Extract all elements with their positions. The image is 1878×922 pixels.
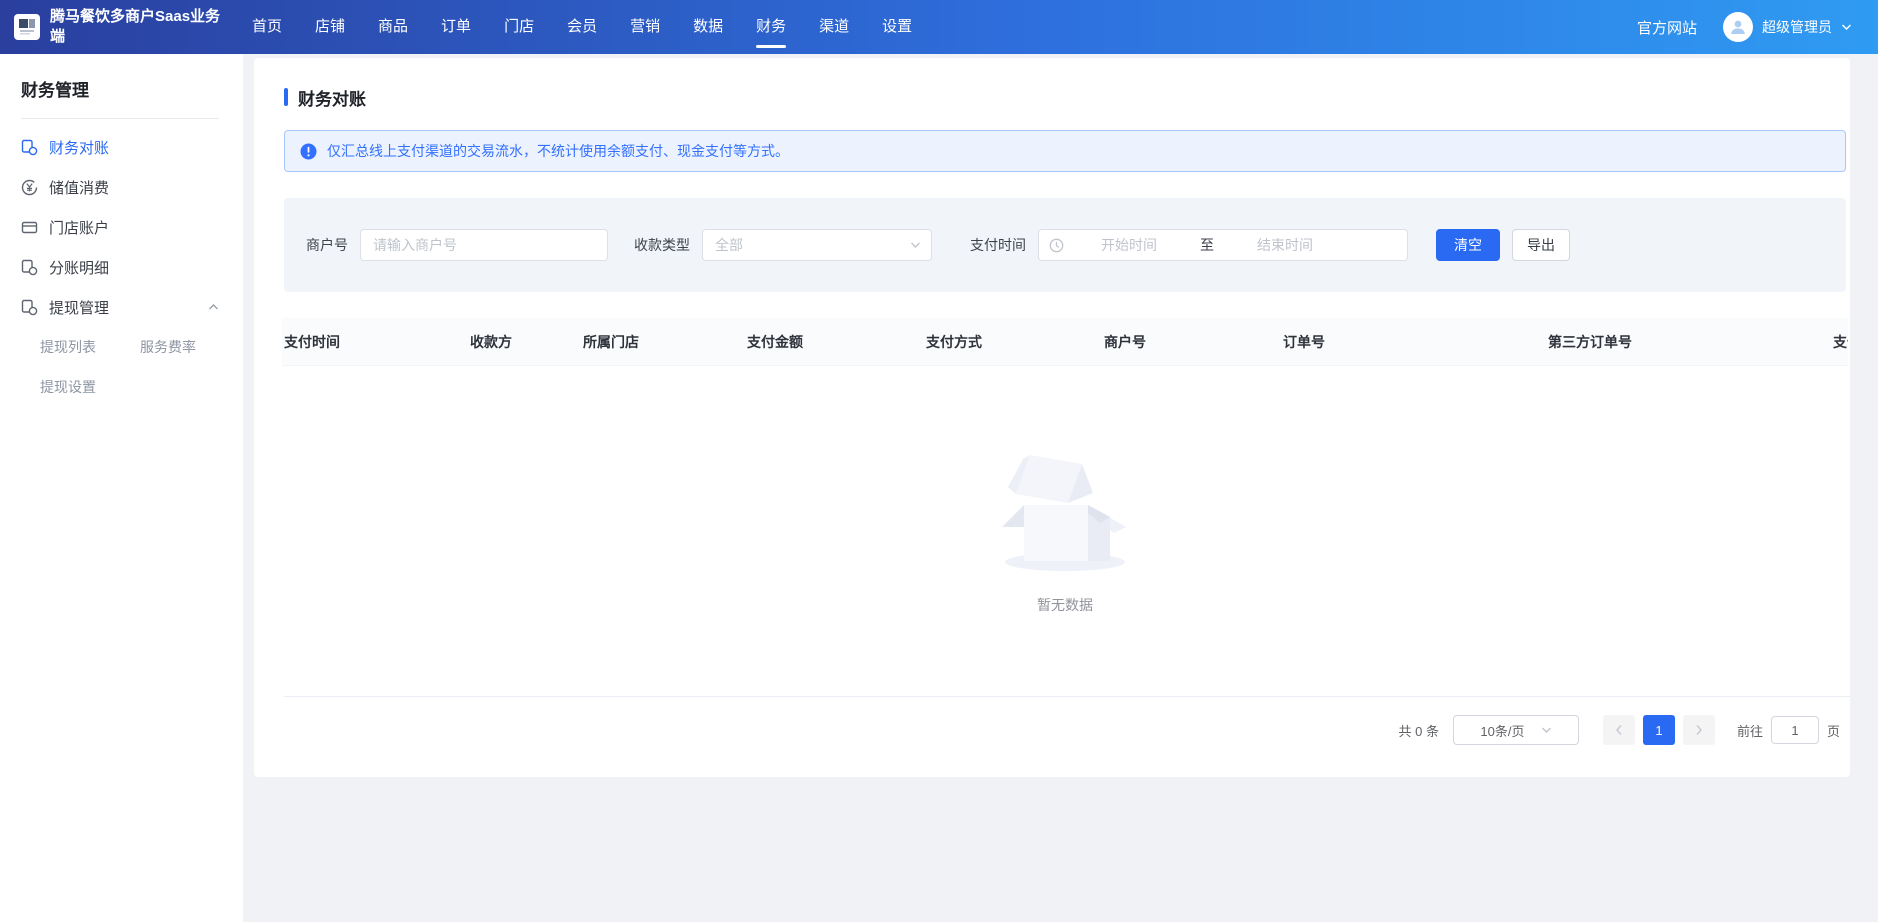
sidebar-item-label: 储值消费 [49,177,109,198]
empty-text: 暂无数据 [1037,595,1093,615]
navbar-right: 官方网站 超级管理员 [1637,12,1878,42]
payment-time-label: 支付时间 [970,235,1026,255]
sidebar-item-label: 分账明细 [49,257,109,278]
chevron-right-icon [1695,724,1703,736]
pagination: 共 0 条 10条/页 1 前 [282,715,1840,745]
payment-type-select[interactable]: 全部 [702,229,932,261]
chevron-down-icon [1841,23,1852,31]
col-payee: 收款方 [468,332,581,352]
goto-label: 前往 [1737,721,1763,740]
clear-button[interactable]: 清空 [1436,229,1500,261]
col-amount: 支付金额 [745,332,924,352]
merchant-id-input[interactable] [360,229,608,261]
nav-item-shop[interactable]: 店铺 [315,0,345,54]
nav-item-settings[interactable]: 设置 [882,0,912,54]
total-count: 共 0 条 [1399,721,1439,740]
info-alert: 仅汇总线上支付渠道的交易流水，不统计使用余额支付、现金支付等方式。 [284,130,1846,172]
sidebar-item-label: 财务对账 [49,137,109,158]
top-navbar: 腾马餐饮多商户Saas业务端 首页 店铺 商品 订单 门店 会员 营销 数据 财… [0,0,1878,54]
export-button[interactable]: 导出 [1512,229,1570,261]
nav-item-goods[interactable]: 商品 [378,0,408,54]
chevron-down-icon [1541,726,1552,734]
page-size-select[interactable]: 10条/页 [1453,715,1579,745]
next-page-button[interactable] [1683,715,1715,745]
sidebar-item-label: 提现管理 [49,297,109,318]
nav-item-finance[interactable]: 财务 [756,0,786,54]
goto-page-input[interactable] [1771,716,1819,744]
table-header-row: 支付时间 收款方 所属门店 支付金额 支付方式 商户号 订单号 第三方订单号 支… [282,318,1848,366]
filter-bar: 商户号 收款类型 全部 支付时间 至 [284,198,1846,292]
chevron-down-icon [910,241,921,249]
col-merchant-id: 商户号 [1102,332,1281,352]
alert-text: 仅汇总线上支付渠道的交易流水，不统计使用余额支付、现金支付等方式。 [327,141,789,161]
col-third-party-order-id: 第三方订单号 [1546,332,1831,352]
title-accent-bar [284,88,288,106]
col-order-id: 订单号 [1281,332,1546,352]
official-site-link[interactable]: 官方网站 [1637,17,1697,38]
info-icon [300,143,317,160]
col-payment-time: 支付时间 [282,332,468,352]
page-unit-label: 页 [1827,721,1840,740]
page-number-1[interactable]: 1 [1643,715,1675,745]
clock-icon [1049,238,1064,253]
page-title: 财务对账 [284,84,1850,110]
start-time-input[interactable] [1064,237,1194,253]
nav-item-orders[interactable]: 订单 [441,0,471,54]
logo-icon [14,14,40,40]
card-icon [21,219,38,236]
user-menu[interactable]: 超级管理员 [1723,12,1852,42]
reconciliation-table: 支付时间 收款方 所属门店 支付金额 支付方式 商户号 订单号 第三方订单号 支… [282,318,1848,696]
nav-item-members[interactable]: 会员 [567,0,597,54]
divider [284,696,1850,697]
col-payment-method: 支付方式 [924,332,1102,352]
payment-time-range-picker[interactable]: 至 [1038,229,1408,261]
user-name: 超级管理员 [1762,17,1832,37]
withdraw-submenu: 提现列表 服务费率 提现设置 [21,327,225,407]
logo-area: 腾马餐饮多商户Saas业务端 [0,7,238,48]
main-nav: 首页 店铺 商品 订单 门店 会员 营销 数据 财务 渠道 设置 [252,0,912,54]
sidebar-item-withdraw[interactable]: 提现管理 [21,287,225,327]
prev-page-button[interactable] [1603,715,1635,745]
sidebar-item-reconciliation[interactable]: 财务对账 [21,127,225,167]
empty-state: 暂无数据 [282,366,1848,696]
range-separator: 至 [1194,235,1220,255]
sidebar-subitem-withdraw-settings[interactable]: 提现设置 [40,367,140,407]
chevron-up-icon[interactable] [208,303,219,311]
app-title: 腾马餐饮多商户Saas业务端 [50,7,226,48]
empty-box-illustration [990,447,1140,573]
col-store: 所属门店 [581,332,745,352]
nav-item-home[interactable]: 首页 [252,0,282,54]
user-icon [1728,17,1748,37]
sidebar-item-stored-value[interactable]: 储值消费 [21,167,225,207]
nav-item-marketing[interactable]: 营销 [630,0,660,54]
nav-item-channels[interactable]: 渠道 [819,0,849,54]
content-area: 财务对账 仅汇总线上支付渠道的交易流水，不统计使用余额支付、现金支付等方式。 商… [243,54,1878,922]
sidebar-title: 财务管理 [21,76,225,101]
chevron-left-icon [1615,724,1623,736]
sidebar-item-label: 门店账户 [49,217,109,238]
sidebar-item-store-account[interactable]: 门店账户 [21,207,225,247]
finance-reconciliation-card: 财务对账 仅汇总线上支付渠道的交易流水，不统计使用余额支付、现金支付等方式。 商… [254,58,1850,777]
col-payment-status: 支付状态 [1831,332,1848,352]
merchant-id-label: 商户号 [306,235,348,255]
ledger-icon [21,139,38,156]
nav-item-data[interactable]: 数据 [693,0,723,54]
payment-type-label: 收款类型 [634,235,690,255]
sidebar-subitem-service-rate[interactable]: 服务费率 [140,327,225,367]
ledger-icon [21,299,38,316]
avatar [1723,12,1753,42]
end-time-input[interactable] [1220,237,1350,253]
sidebar-subitem-withdraw-list[interactable]: 提现列表 [40,327,140,367]
yen-circle-icon [21,179,38,196]
sidebar: 财务管理 财务对账 储值消费 门店账户 分账明细 [0,54,243,922]
nav-item-stores[interactable]: 门店 [504,0,534,54]
sidebar-item-split-detail[interactable]: 分账明细 [21,247,225,287]
ledger-icon [21,259,38,276]
divider [21,118,219,119]
